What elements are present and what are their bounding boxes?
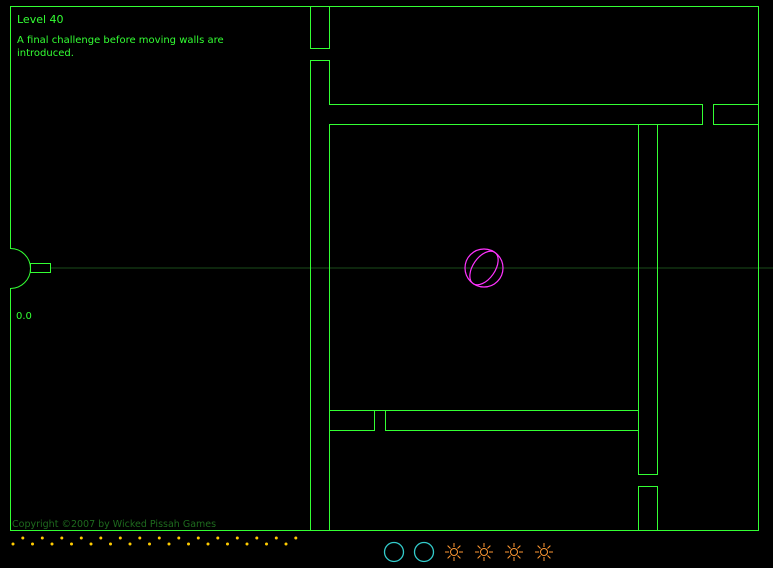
shot-dot bbox=[265, 542, 268, 546]
shot-dot bbox=[60, 536, 64, 540]
shot-dot bbox=[70, 542, 73, 546]
shot-dot bbox=[128, 542, 132, 546]
wall-ledge-left bbox=[329, 410, 375, 431]
wall-ledge-right bbox=[385, 410, 639, 431]
shot-dot bbox=[255, 536, 259, 540]
shot-dot bbox=[187, 542, 190, 546]
playfield[interactable] bbox=[0, 0, 773, 568]
shot-dot bbox=[21, 536, 25, 540]
launcher-icon[interactable] bbox=[30, 263, 51, 273]
balls-remaining-indicator bbox=[383, 541, 435, 563]
burst-icon bbox=[535, 543, 553, 561]
burst-icon bbox=[445, 543, 463, 561]
shot-dot bbox=[196, 536, 200, 540]
shot-dot bbox=[11, 542, 15, 546]
shot-dot bbox=[294, 536, 298, 540]
shot-dot bbox=[89, 542, 93, 546]
shot-dot bbox=[284, 542, 288, 546]
shot-dot bbox=[79, 536, 83, 540]
shot-dot bbox=[167, 542, 171, 546]
wall-right-column bbox=[638, 124, 658, 475]
wall-left-column bbox=[310, 60, 703, 531]
shot-power-readout: 0.0 bbox=[16, 311, 32, 322]
shot-dot bbox=[235, 536, 239, 540]
shot-dot bbox=[216, 536, 220, 540]
shot-dot bbox=[99, 536, 103, 540]
shot-dot bbox=[109, 542, 112, 546]
shot-dot bbox=[226, 542, 229, 546]
shot-dot bbox=[148, 542, 151, 546]
level-title: Level 40 bbox=[17, 13, 64, 26]
burst-icon bbox=[505, 543, 523, 561]
shot-dot bbox=[206, 542, 210, 546]
shot-dot bbox=[177, 536, 181, 540]
shot-dot bbox=[245, 542, 249, 546]
shot-dot bbox=[31, 542, 34, 546]
ball-ring-icon bbox=[413, 541, 435, 563]
level-description: A final challenge before moving walls ar… bbox=[17, 35, 224, 59]
bursts-remaining-indicator bbox=[445, 543, 553, 561]
shot-dot bbox=[50, 542, 54, 546]
shot-dot bbox=[157, 536, 161, 540]
shot-dot bbox=[274, 536, 278, 540]
shot-dot bbox=[40, 536, 44, 540]
wall-top-divider bbox=[310, 6, 330, 49]
burst-icon bbox=[475, 543, 493, 561]
shots-remaining-indicator bbox=[11, 536, 298, 546]
wall-right-arm bbox=[713, 104, 759, 125]
wall-right-lower bbox=[638, 486, 658, 531]
ball-ring-icon bbox=[383, 541, 405, 563]
shot-dot bbox=[118, 536, 122, 540]
copyright-notice: Copyright ©2007 by Wicked Pissah Games bbox=[12, 519, 217, 530]
shot-dot bbox=[138, 536, 142, 540]
